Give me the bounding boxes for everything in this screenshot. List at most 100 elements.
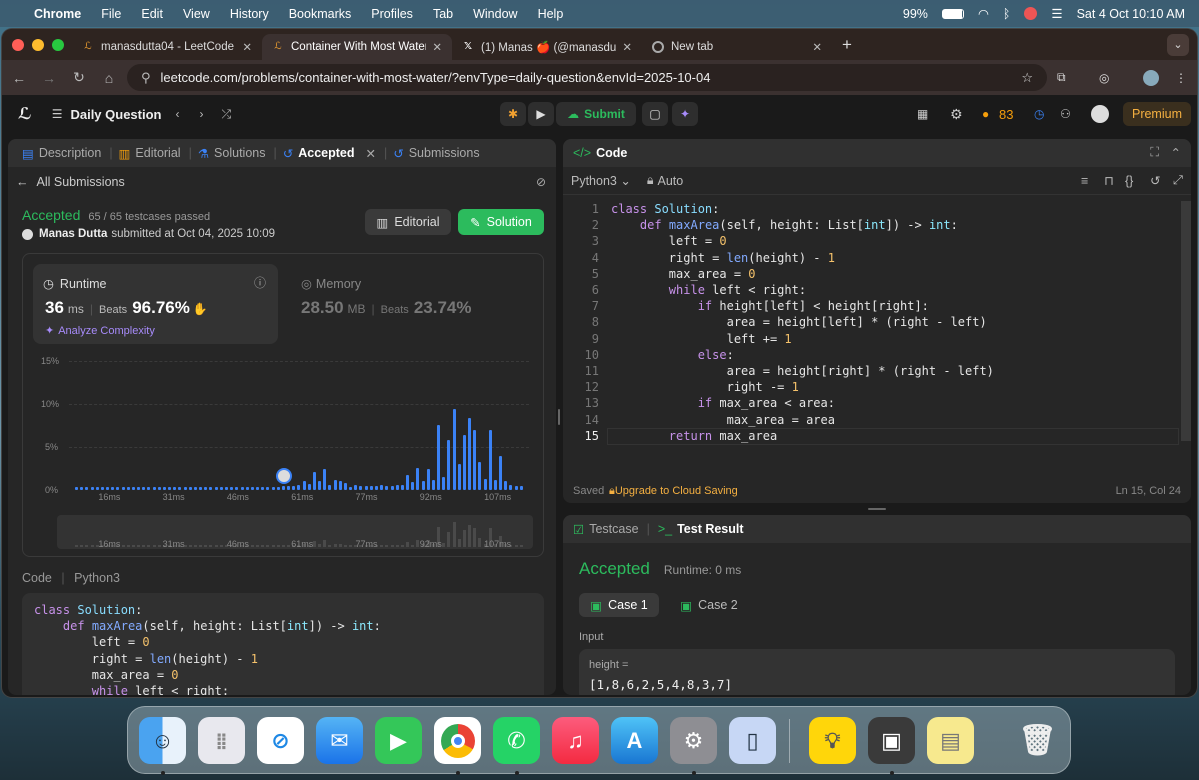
- chart-bar[interactable]: [137, 486, 141, 490]
- close-window-button[interactable]: [12, 38, 24, 51]
- close-tab-icon[interactable]: ✕: [812, 40, 822, 54]
- leetcode-logo-icon[interactable]: ℒ: [18, 104, 32, 124]
- menu-tab[interactable]: Tab: [433, 7, 453, 21]
- vertical-splitter-handle[interactable]: [558, 409, 560, 425]
- premium-button[interactable]: Premium: [1123, 102, 1191, 126]
- chart-bar[interactable]: [307, 483, 311, 490]
- chart-bar[interactable]: [390, 485, 394, 490]
- timer-icon[interactable]: ◷: [1034, 107, 1044, 121]
- profile-avatar[interactable]: [1143, 69, 1159, 86]
- your-submission-marker[interactable]: [275, 467, 292, 484]
- chart-bar[interactable]: [256, 486, 260, 490]
- chart-bar[interactable]: [193, 486, 197, 490]
- chart-bar[interactable]: [452, 409, 456, 490]
- format-icon[interactable]: ≡: [1081, 174, 1088, 188]
- chart-bar[interactable]: [493, 479, 497, 490]
- menu-app-name[interactable]: Chrome: [34, 7, 81, 21]
- chrome-icon[interactable]: [434, 717, 481, 764]
- mode-value[interactable]: Auto: [658, 174, 684, 188]
- collapse-icon[interactable]: ⌃: [1171, 145, 1181, 160]
- tips-icon[interactable]: 💡︎: [809, 717, 856, 764]
- chart-bar[interactable]: [380, 484, 384, 490]
- chart-bar[interactable]: [442, 477, 446, 490]
- chart-bar[interactable]: [240, 486, 244, 490]
- chart-bar[interactable]: [121, 486, 125, 490]
- home-icon[interactable]: ⌂: [94, 70, 124, 86]
- chart-bar[interactable]: [333, 479, 337, 490]
- link-icon[interactable]: ⊘: [536, 175, 546, 189]
- music-icon[interactable]: ♫: [552, 717, 599, 764]
- chart-bar[interactable]: [499, 455, 503, 490]
- chart-bar[interactable]: [80, 486, 84, 490]
- case-2-button[interactable]: ▣ Case 2: [669, 593, 749, 617]
- menu-profiles[interactable]: Profiles: [371, 7, 413, 21]
- menu-view[interactable]: View: [183, 7, 210, 21]
- editorial-button[interactable]: ▥ Editorial: [365, 209, 451, 235]
- chart-bar[interactable]: [302, 481, 306, 490]
- chart-bar[interactable]: [261, 486, 265, 490]
- chart-bar[interactable]: [483, 478, 487, 490]
- chart-bar[interactable]: [95, 486, 99, 490]
- fullscreen-icon[interactable]: ⤢: [1173, 173, 1183, 188]
- menu-help[interactable]: Help: [538, 7, 564, 21]
- chart-bar[interactable]: [90, 486, 94, 490]
- submit-button[interactable]: ☁ Submit: [556, 102, 636, 126]
- address-bar[interactable]: ⚲ leetcode.com/problems/container-with-m…: [127, 64, 1047, 91]
- runtime-distribution-chart[interactable]: 15% 10% 5% 0% 16ms 31ms 46ms 61ms 77ms 92ms 10…: [23, 350, 543, 502]
- run-button[interactable]: ▶: [528, 102, 554, 126]
- chart-bar[interactable]: [85, 486, 89, 490]
- mail-icon[interactable]: ✉: [316, 717, 363, 764]
- menu-history[interactable]: History: [230, 7, 269, 21]
- chart-bar[interactable]: [199, 486, 203, 490]
- tab-list-button[interactable]: ⌄: [1167, 34, 1189, 56]
- prev-problem-icon[interactable]: ‹: [176, 107, 180, 121]
- chart-bar[interactable]: [178, 486, 182, 490]
- chart-bar[interactable]: [519, 485, 523, 490]
- chart-bar[interactable]: [385, 485, 389, 490]
- daily-question-title[interactable]: Daily Question: [70, 107, 161, 122]
- chart-bar[interactable]: [106, 486, 110, 490]
- chart-bar[interactable]: [230, 486, 234, 490]
- chart-bar[interactable]: [426, 468, 430, 490]
- layout-icon[interactable]: ▦: [917, 107, 928, 121]
- chart-bar[interactable]: [271, 486, 275, 490]
- browser-tab[interactable]: 𝕏 (1) Manas 🍎 (@manasdutta04 ✕: [452, 34, 642, 60]
- browser-tab[interactable]: ℒ manasdutta04 - LeetCode Pr ✕: [72, 34, 262, 60]
- debug-button[interactable]: ✱: [500, 102, 526, 126]
- stickies-icon[interactable]: ▤: [927, 717, 974, 764]
- chart-bar[interactable]: [75, 486, 78, 490]
- chart-bar[interactable]: [168, 486, 172, 490]
- chart-bar[interactable]: [375, 485, 378, 490]
- editor-scrollbar[interactable]: [1181, 201, 1191, 441]
- chart-bar[interactable]: [209, 486, 213, 490]
- datetime[interactable]: Sat 4 Oct 10:10 AM: [1077, 7, 1185, 21]
- close-tab-icon[interactable]: ✕: [242, 40, 252, 54]
- upgrade-cloud-link[interactable]: 🔒︎Upgrade to Cloud Saving: [609, 485, 738, 498]
- chart-bar[interactable]: [338, 481, 342, 490]
- facetime-icon[interactable]: ▶: [375, 717, 422, 764]
- photo-booth-icon[interactable]: ▣: [868, 717, 915, 764]
- chart-bar[interactable]: [142, 486, 146, 490]
- chart-bar[interactable]: [162, 486, 166, 490]
- chart-bar[interactable]: [437, 424, 441, 490]
- chart-bar[interactable]: [411, 482, 415, 490]
- control-center-icon[interactable]: ☰: [1051, 6, 1062, 21]
- bookmark-star-icon[interactable]: ☆: [1021, 70, 1033, 86]
- chart-bar[interactable]: [323, 468, 327, 490]
- next-problem-icon[interactable]: ›: [200, 107, 204, 121]
- chart-bar[interactable]: [478, 462, 482, 490]
- notes-button[interactable]: ▢: [642, 102, 668, 126]
- tab-accepted[interactable]: ↺ Accepted ✕: [283, 146, 376, 161]
- system-settings-icon[interactable]: ⚙: [670, 717, 717, 764]
- browser-tab[interactable]: New tab ✕: [642, 34, 832, 60]
- chrome-menu-icon[interactable]: ⋮: [1175, 71, 1187, 85]
- chart-bar[interactable]: [111, 486, 115, 490]
- chart-bar[interactable]: [447, 440, 451, 490]
- settings-gear-icon[interactable]: ⚙: [950, 106, 963, 123]
- streak-flame-icon[interactable]: ●: [982, 107, 989, 121]
- analyze-complexity-link[interactable]: ✦ Analyze Complexity: [45, 324, 155, 337]
- chart-bar[interactable]: [183, 486, 187, 490]
- runtime-card[interactable]: ◷ Runtime ⓘ 36 ms | Beats 96.76% ✋ ✦ Analy…: [33, 264, 278, 344]
- user-avatar[interactable]: [1091, 105, 1109, 123]
- chart-bar[interactable]: [126, 486, 130, 490]
